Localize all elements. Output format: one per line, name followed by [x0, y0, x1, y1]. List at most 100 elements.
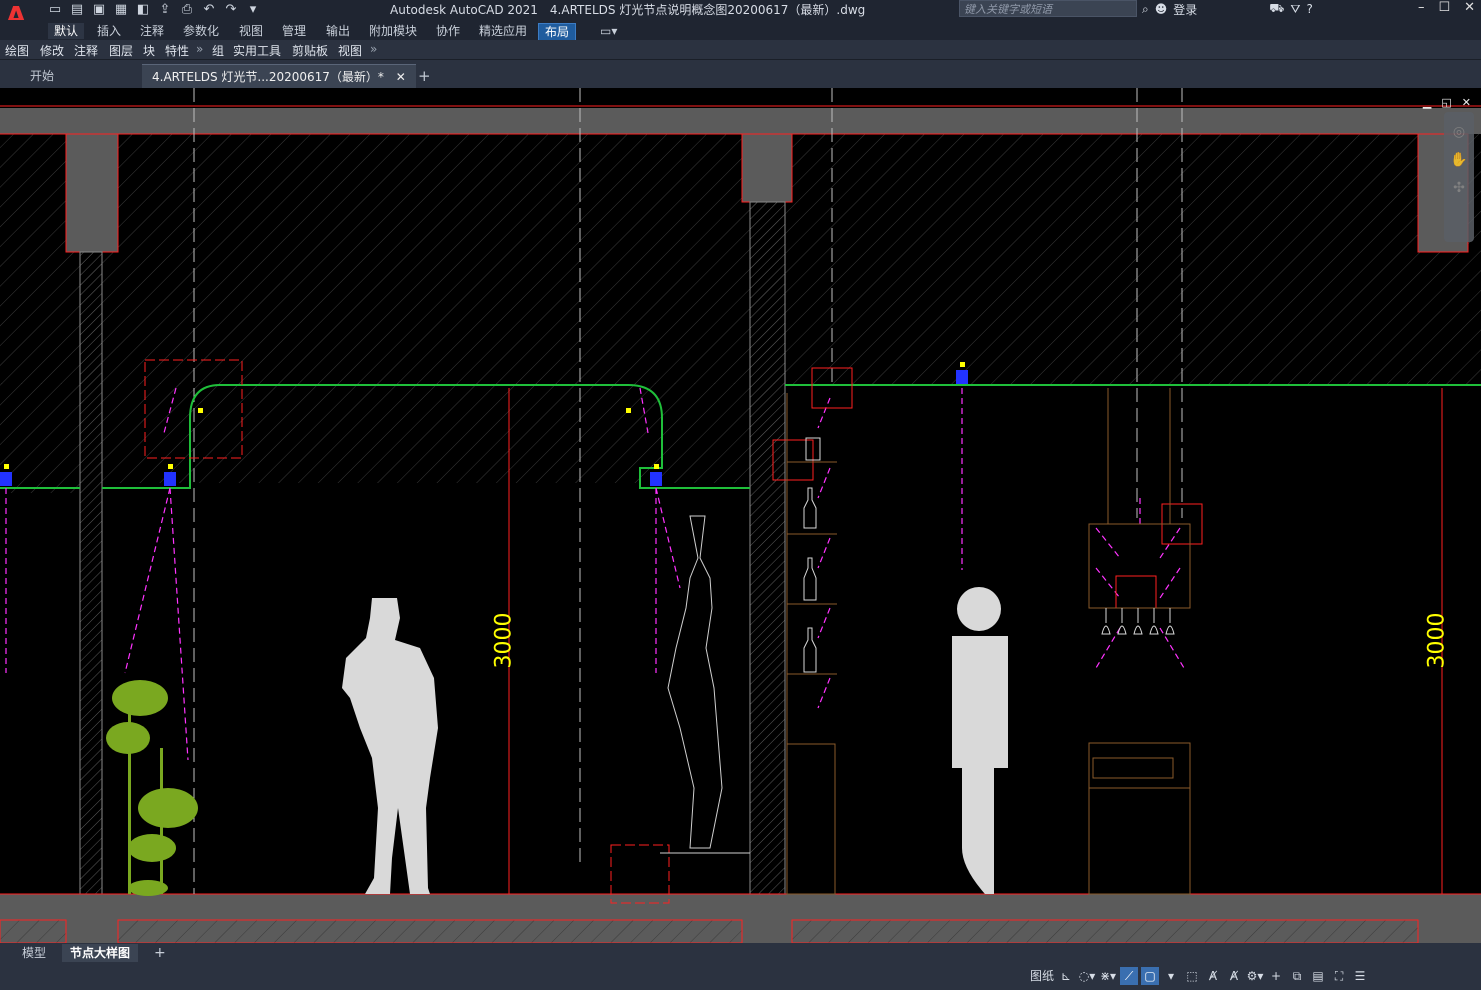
grid-icon[interactable]: ⊾ [1057, 967, 1075, 985]
beam-left [65, 133, 119, 253]
document-tabs: 开始 4.ARTELDS 灯光节...20200617（最新）* ✕ + [0, 60, 1481, 89]
tab-insert[interactable]: 插入 [97, 23, 121, 39]
customize-menu-icon[interactable]: ☰ [1351, 967, 1369, 985]
app-title: Autodesk AutoCAD 2021 [390, 3, 538, 17]
tab-annotate[interactable]: 注释 [140, 23, 164, 39]
workspace-gear-icon[interactable]: ⚙▾ [1246, 967, 1264, 985]
cart-icon[interactable]: ⛟ [1269, 1, 1284, 17]
maximize-icon[interactable]: ☐ [1438, 0, 1450, 15]
tab-parametric[interactable]: 参数化 [183, 23, 219, 39]
document-title: 4.ARTELDS 灯光节点说明概念图20200617（最新）.dwg [549, 3, 866, 17]
print-icon[interactable]: ⎙ [178, 2, 196, 18]
zoom-extents-icon[interactable]: ✣ [1444, 180, 1474, 196]
ribbon-tabs: 默认 插入 注释 参数化 视图 管理 输出 附加模块 协作 精选应用 布局 ▭▾ [0, 20, 1481, 41]
hardware-acceleration-icon[interactable]: ▤ [1309, 967, 1327, 985]
navigation-bar[interactable]: ◎ ✋ ✣ [1444, 112, 1474, 242]
title-bar: A ▭ ▤ ▣ ▦ ◧ ⇪ ⎙ ↶ ↷ ▾ Autodesk AutoCAD 2… [0, 0, 1481, 32]
status-tools: 图纸 ⊾ ◌▾ ⋇▾ ⟋ ▢ ▾ ⬚ Ⱥ Ⱥ ⚙▾ + ⧉ ▤ ⛶ ☰ [1030, 967, 1369, 985]
model-tab[interactable]: 模型 [14, 944, 54, 962]
autodesk-app-icon[interactable]: ⛛ [1290, 2, 1300, 17]
panel-expand-icon[interactable]: » [196, 42, 203, 56]
top-slab [0, 108, 1481, 134]
dimension-label-right: 3000 [1424, 612, 1450, 669]
tab-layout[interactable]: 布局 [538, 23, 577, 41]
fullscreen-icon[interactable]: ⛶ [1330, 967, 1348, 985]
login-link[interactable]: 登录 [1173, 1, 1197, 18]
layout-tab-detail[interactable]: 节点大样图 [62, 944, 139, 962]
new-tab-icon[interactable]: + [418, 64, 431, 88]
polar-icon[interactable]: ◌▾ [1078, 967, 1096, 985]
customize-icon[interactable]: ▾ [244, 2, 262, 18]
close-icon[interactable]: ✕ [1464, 0, 1475, 15]
isolate-icon[interactable]: ⧉ [1288, 967, 1306, 985]
new-icon[interactable]: ▭ [46, 2, 64, 18]
current-document-tab[interactable]: 4.ARTELDS 灯光节...20200617（最新）* ✕ [142, 64, 416, 89]
current-document-tab-label: 4.ARTELDS 灯光节...20200617（最新）* [152, 70, 384, 84]
open-icon[interactable]: ▤ [68, 2, 86, 18]
dimension-label-left: 3000 [491, 612, 517, 669]
bottles [803, 437, 821, 673]
redo-icon[interactable]: ↷ [222, 2, 240, 18]
cabinet [1088, 742, 1191, 895]
tab-featured-apps[interactable]: 精选应用 [479, 23, 527, 39]
selection-cycling-icon[interactable]: ⬚ [1183, 967, 1201, 985]
ribbon-minimize-icon[interactable]: ▭▾ [600, 23, 617, 39]
window-title: Autodesk AutoCAD 2021 4.ARTELDS 灯光节点说明概念图… [390, 1, 865, 18]
tab-collaborate[interactable]: 协作 [436, 23, 460, 39]
annotation-visibility-icon[interactable]: Ⱥ [1204, 967, 1222, 985]
save-icon[interactable]: ▣ [90, 2, 108, 18]
tab-view[interactable]: 视图 [239, 23, 263, 39]
panel-annotation[interactable]: 注释 [74, 42, 98, 59]
search-icon[interactable]: ⌕ [1142, 2, 1149, 17]
viewport-close-icon[interactable]: ✕ [1462, 96, 1471, 109]
viewport-controls: ▁ ◱ ✕ [1423, 96, 1471, 109]
beam-middle [741, 133, 793, 203]
add-icon[interactable]: + [1267, 967, 1285, 985]
undo-icon[interactable]: ↶ [200, 2, 218, 18]
tab-default[interactable]: 默认 [48, 23, 85, 39]
pan-icon[interactable]: ✋ [1444, 152, 1474, 168]
dynamic-input-icon[interactable]: ▢ [1141, 967, 1160, 985]
annotation-scale-icon[interactable]: Ⱥ [1225, 967, 1243, 985]
help-icon[interactable]: ? [1306, 2, 1312, 16]
web-open-icon[interactable]: ◧ [134, 2, 152, 18]
user-icon[interactable]: ☻ [1155, 2, 1168, 16]
steering-wheel-icon[interactable]: ◎ [1444, 124, 1474, 140]
close-tab-icon[interactable]: ✕ [396, 70, 406, 84]
panel-utilities[interactable]: 实用工具 [233, 42, 281, 59]
panel-clipboard[interactable]: 剪贴板 [292, 42, 328, 59]
viewport-minimize-icon[interactable]: ▁ [1423, 96, 1431, 109]
ortho-icon[interactable]: ⟋ [1120, 967, 1139, 985]
ribbon-panels: 绘图 修改 注释 图层 块 特性 » 组 实用工具 剪贴板 视图 » [0, 40, 1481, 60]
wall-middle [749, 201, 786, 895]
layout-tabs: 模型 节点大样图 + [0, 943, 1481, 963]
panel-more-icon[interactable]: » [370, 42, 377, 56]
panel-block[interactable]: 块 [143, 42, 155, 59]
save-as-icon[interactable]: ▦ [112, 2, 130, 18]
osnap-icon[interactable]: ⋇▾ [1099, 967, 1117, 985]
search-input[interactable]: 键入关键字或短语 [959, 0, 1137, 17]
drawing-canvas[interactable]: 3000 3000 [0, 88, 1481, 944]
panel-layers[interactable]: 图层 [109, 42, 133, 59]
add-layout-icon[interactable]: + [146, 944, 174, 962]
sculpture [660, 515, 750, 854]
export-icon[interactable]: ⇪ [156, 2, 174, 18]
panel-view[interactable]: 视图 [338, 42, 362, 59]
paper-space-toggle[interactable]: 图纸 [1030, 967, 1054, 985]
panel-groups[interactable]: 组 [212, 42, 224, 59]
human-silhouette [342, 598, 438, 894]
tab-addins[interactable]: 附加模块 [369, 23, 417, 39]
tab-manage[interactable]: 管理 [282, 23, 306, 39]
pictogram-figure [952, 587, 1008, 894]
panel-properties[interactable]: 特性 [165, 42, 189, 59]
minimize-icon[interactable]: – [1418, 0, 1425, 15]
start-tab[interactable]: 开始 [30, 64, 54, 88]
viewport-restore-icon[interactable]: ◱ [1441, 96, 1451, 109]
dropdown-icon[interactable]: ▾ [1162, 967, 1180, 985]
tab-output[interactable]: 输出 [326, 23, 350, 39]
window-controls: – ☐ ✕ [1418, 0, 1475, 15]
panel-draw[interactable]: 绘图 [5, 42, 29, 59]
panel-modify[interactable]: 修改 [40, 42, 64, 59]
title-right-tools: ⌕ ☻ 登录 ⛟ ⛛ ? [1142, 0, 1313, 18]
status-bar: 图纸 ⊾ ◌▾ ⋇▾ ⟋ ▢ ▾ ⬚ Ⱥ Ⱥ ⚙▾ + ⧉ ▤ ⛶ ☰ [0, 963, 1481, 990]
